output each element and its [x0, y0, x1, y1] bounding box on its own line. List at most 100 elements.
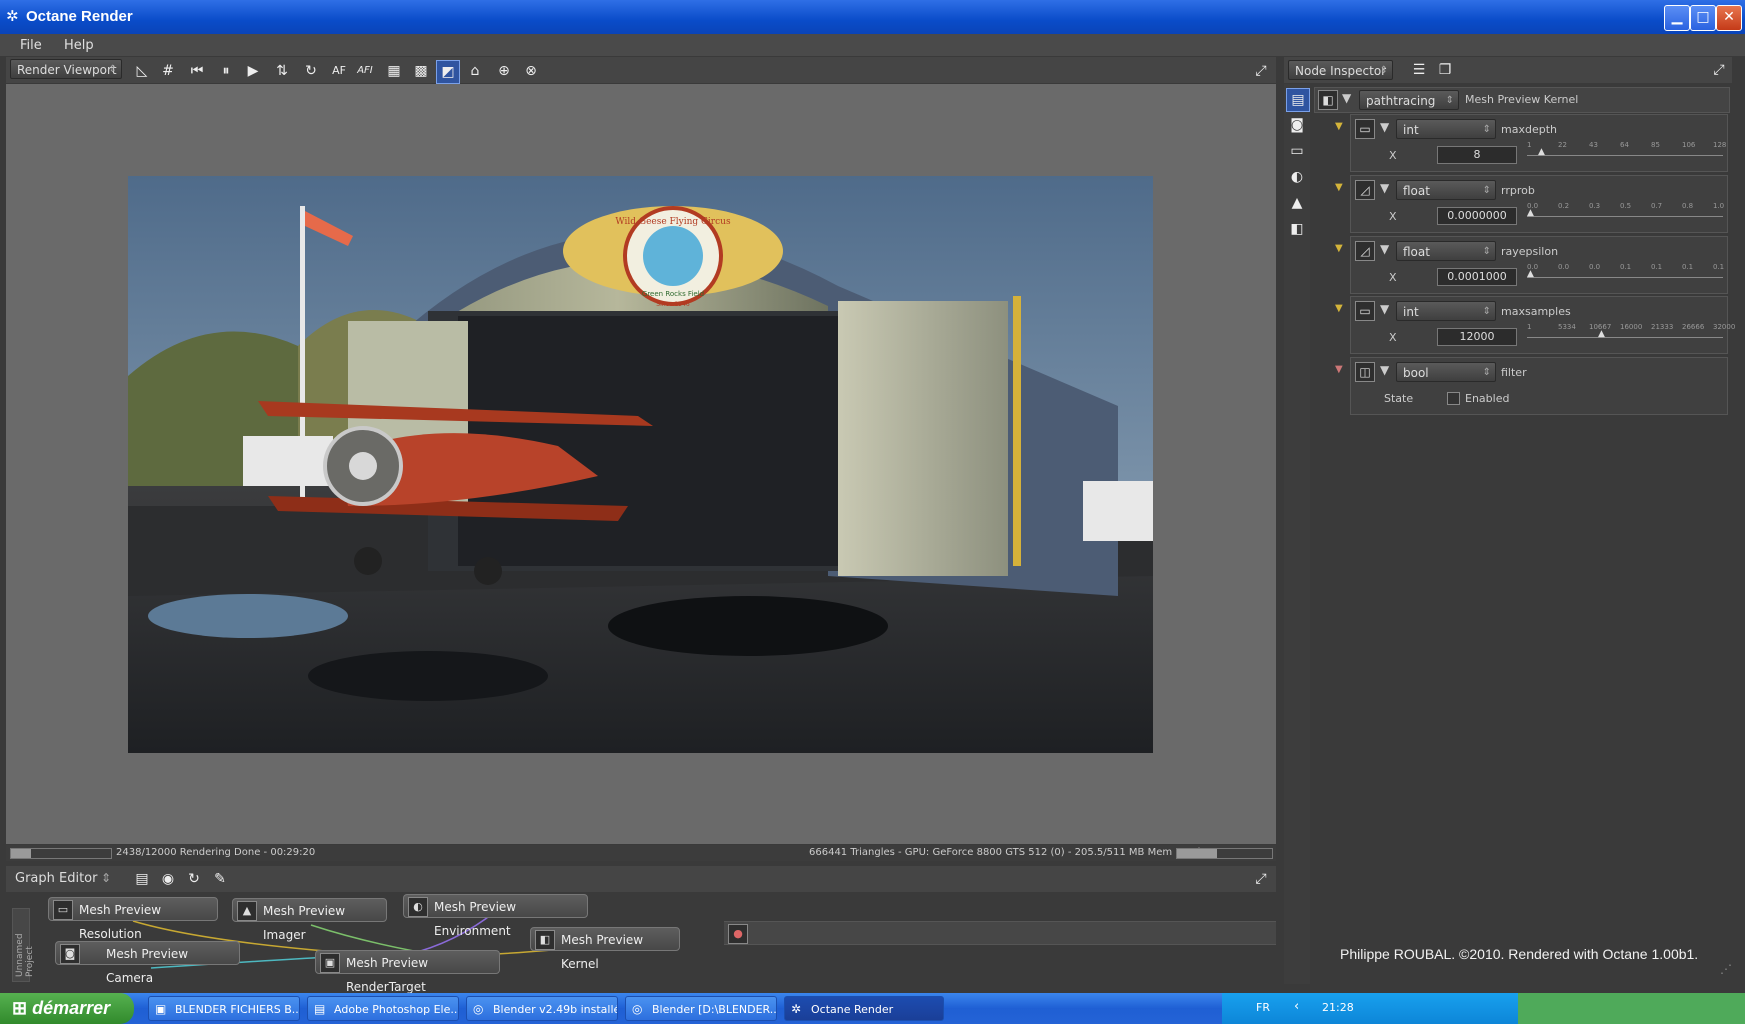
render-viewport-combo[interactable]: Render Viewport ⇕ — [10, 59, 122, 79]
node-rendertarget[interactable]: ▣ Mesh Preview RenderTarget — [315, 950, 500, 994]
resolution-tab-icon[interactable]: ▭ — [1286, 140, 1308, 162]
param-type-label: int — [1403, 123, 1419, 137]
settings-graph-icon[interactable]: ✎ — [209, 868, 231, 890]
checker-small-icon[interactable]: ▦ — [383, 60, 405, 82]
pause-icon[interactable]: ⏸ — [215, 60, 237, 82]
task-blender-files[interactable]: ▣ BLENDER FICHIERS B... — [148, 996, 300, 1021]
collapse-triangle-icon[interactable]: ▼ — [1342, 91, 1351, 105]
close-button[interactable]: ✕ — [1716, 5, 1742, 31]
renderer-tab-icon[interactable]: ▤ — [1286, 88, 1310, 112]
window-title: Octane Render — [26, 8, 133, 25]
collapse-triangle-icon[interactable]: ▼ — [1380, 120, 1389, 134]
maximize-viewport-icon[interactable]: ⤢ — [1250, 60, 1272, 82]
filter-checkbox[interactable] — [1447, 392, 1460, 405]
export-icon[interactable]: ⇅ — [271, 60, 293, 82]
af-icon[interactable]: AF — [328, 60, 350, 82]
camera-tab-icon[interactable]: ◙ — [1286, 114, 1308, 136]
node-kernel[interactable]: ◧ Mesh Preview Kernel — [530, 927, 680, 971]
updown-arrow-icon: ⇕ — [1482, 306, 1491, 317]
expand-all-icon[interactable]: ☰ — [1408, 59, 1430, 81]
collapse-triangle-icon[interactable]: ▼ — [1380, 181, 1389, 195]
slider-tick-label: 22 — [1558, 141, 1567, 149]
node-camera[interactable]: ◙ Mesh Preview Camera — [55, 941, 240, 985]
add-material-icon[interactable]: ◉ — [157, 868, 179, 890]
param-value-field[interactable]: 12000 — [1437, 328, 1517, 346]
collapse-all-icon[interactable]: ❐ — [1434, 59, 1456, 81]
node-inspector-combo[interactable]: Node Inspector ⇕ — [1288, 60, 1393, 80]
task-photoshop[interactable]: ▤ Adobe Photoshop Ele... — [307, 996, 459, 1021]
menu-file[interactable]: File — [20, 38, 42, 53]
slider-tick-label: 1.0 — [1713, 202, 1725, 210]
region-icon[interactable]: ◩ — [436, 60, 460, 84]
param-name: maxsamples — [1501, 305, 1571, 318]
kernel-type-label: pathtracing — [1366, 94, 1436, 108]
slider-handle[interactable]: ▲ — [1538, 147, 1545, 157]
param-filter: ▼ ◫ ▼ bool ⇕ filter State Enabled — [1335, 357, 1728, 415]
param-value-field[interactable]: 0.0000000 — [1437, 207, 1517, 225]
zoom-reset-icon[interactable]: ⊗ — [520, 60, 542, 82]
maximize-button[interactable]: □ — [1690, 5, 1716, 31]
resize-grip-icon[interactable]: ⋰ — [1720, 962, 1732, 976]
task-octane[interactable]: ✲ Octane Render — [784, 996, 944, 1021]
environment-node-icon: ◐ — [408, 897, 428, 917]
collapse-triangle-icon[interactable]: ▼ — [1380, 242, 1389, 256]
param-type-combo[interactable]: bool ⇕ — [1396, 362, 1496, 382]
imager-tab-icon[interactable]: ▲ — [1286, 192, 1308, 214]
slider-handle[interactable]: ▲ — [1598, 329, 1605, 339]
node-resolution[interactable]: ▭ Mesh Preview Resolution — [48, 897, 218, 941]
select-tool-icon[interactable]: ◺ — [131, 60, 153, 82]
node-environment[interactable]: ◐ Mesh Preview Environment — [403, 894, 588, 938]
maximize-inspector-icon[interactable]: ⤢ — [1708, 59, 1730, 81]
menu-help[interactable]: Help — [64, 38, 94, 53]
refresh-graph-icon[interactable]: ↻ — [183, 868, 205, 890]
param-type-label: bool — [1403, 366, 1429, 380]
param-value-field[interactable]: 8 — [1437, 146, 1517, 164]
param-slider[interactable]: 0.0 0.0 0.0 0.1 0.1 0.1 0.1 ▲ — [1527, 263, 1724, 279]
grid-icon[interactable]: # — [157, 60, 179, 82]
language-indicator[interactable]: FR — [1256, 1001, 1270, 1014]
checker-large-icon[interactable]: ▩ — [410, 60, 432, 82]
graph-editor-canvas[interactable]: Unnamed Project ▭ Mesh Preview Resolution… — [6, 893, 1276, 994]
task-octane-label: Octane Render — [811, 1003, 894, 1016]
refresh-icon[interactable]: ↻ — [300, 60, 322, 82]
zoom-fit-icon[interactable]: ⊕ — [493, 60, 515, 82]
param-type-combo[interactable]: int ⇕ — [1396, 119, 1496, 139]
param-value-field[interactable]: 0.0001000 — [1437, 268, 1517, 286]
sign-text: Wild Geese Flying Circus — [615, 217, 731, 227]
collapse-triangle-icon[interactable]: ▼ — [1380, 363, 1389, 377]
param-maxsamples: ▼ ▭ ▼ int ⇕ maxsamples X 12000 1 5334 10667 16000 21… — [1335, 296, 1735, 354]
slider-handle[interactable]: ▲ — [1527, 208, 1534, 218]
param-slider[interactable]: 0.0 0.2 0.3 0.5 0.7 0.8 1.0 ▲ — [1527, 202, 1725, 218]
param-type-combo[interactable]: int ⇕ — [1396, 301, 1496, 321]
slider-tick-label: 0.1 — [1651, 263, 1663, 271]
param-name: rayepsilon — [1501, 245, 1559, 258]
param-type-combo[interactable]: float ⇕ — [1396, 180, 1496, 200]
slider-handle[interactable]: ▲ — [1527, 269, 1534, 279]
minimize-button[interactable]: ▁ — [1664, 5, 1690, 31]
maximize-graph-icon[interactable]: ⤢ — [1250, 868, 1272, 890]
start-button[interactable]: ⊞ démarrer — [0, 993, 134, 1024]
project-node-strip[interactable]: ● — [724, 921, 1276, 945]
project-tab[interactable]: Unnamed Project — [12, 908, 35, 982]
tray-expand-icon[interactable]: ‹ — [1294, 999, 1299, 1014]
updown-arrow-icon[interactable]: ⇕ — [101, 871, 111, 885]
film-icon[interactable]: ⌂ — [464, 60, 486, 82]
param-type-combo[interactable]: float ⇕ — [1396, 241, 1496, 261]
environment-tab-icon[interactable]: ◐ — [1286, 166, 1308, 188]
param-slider[interactable]: 1 22 43 64 85 106 128 ▲ — [1527, 141, 1726, 157]
skip-back-icon[interactable]: ⏮ — [186, 60, 208, 82]
node-imager[interactable]: ▲ Mesh Preview Imager — [232, 898, 387, 942]
kernel-type-combo[interactable]: pathtracing ⇕ — [1359, 90, 1459, 110]
slider-tick-label: 106 — [1682, 141, 1696, 149]
task-blender-installer-label: Blender v2.49b installé — [493, 1003, 618, 1016]
kernel-tab-icon[interactable]: ◧ — [1286, 218, 1308, 240]
play-icon[interactable]: ▶ — [242, 60, 264, 82]
afi-icon[interactable]: AFI — [354, 60, 376, 82]
task-blender-installer[interactable]: ◎ Blender v2.49b installé — [466, 996, 618, 1021]
task-blender-window[interactable]: ◎ Blender [D:\BLENDER... — [625, 996, 777, 1021]
updown-arrow-icon: ⇕ — [1482, 124, 1491, 135]
slider-tick-label: 0.2 — [1558, 202, 1570, 210]
new-node-icon[interactable]: ▤ — [131, 868, 153, 890]
collapse-triangle-icon[interactable]: ▼ — [1380, 302, 1389, 316]
param-slider[interactable]: 1 5334 10667 16000 21333 26666 32000 ▲ — [1527, 323, 1735, 339]
